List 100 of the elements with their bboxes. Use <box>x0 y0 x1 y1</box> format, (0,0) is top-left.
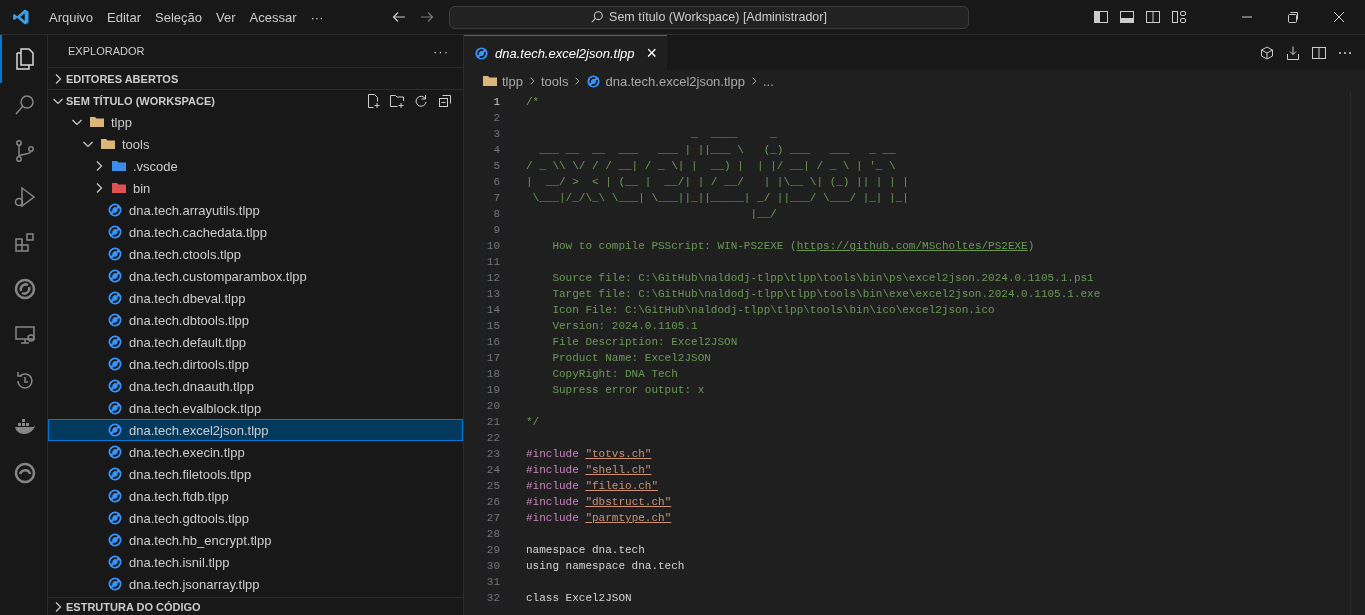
editor-tab[interactable]: dna.tech.excel2json.tlpp × <box>464 35 667 70</box>
line-number: 19 <box>485 383 500 398</box>
file-item[interactable]: dna.tech.cachedata.tlpp <box>48 221 463 243</box>
folder-icon <box>482 73 498 89</box>
collapse-all-icon[interactable] <box>437 92 453 109</box>
tlpp-file-icon <box>107 532 123 548</box>
section-header[interactable]: EDITORES ABERTOS <box>48 67 463 89</box>
refresh-icon[interactable] <box>413 92 429 109</box>
code-line: #include "totvs.ch" <box>526 447 652 462</box>
section-header[interactable]: SEM TÍTULO (WORKSPACE) <box>48 89 463 111</box>
ring-icon <box>12 277 37 301</box>
code-line: \___|/_/\_\ \___| \___||_||_____| _/ ||___/ \___/ |_| |_| <box>531 191 909 206</box>
cube-icon[interactable] <box>1259 44 1275 61</box>
download-icon[interactable] <box>1285 44 1301 61</box>
back-arrow-icon[interactable] <box>390 9 407 25</box>
close-tab-button[interactable]: × <box>646 42 657 64</box>
file-item[interactable]: dna.tech.dnaauth.tlpp <box>48 375 463 397</box>
menu-item[interactable]: Ver <box>209 6 243 28</box>
file-item[interactable]: dna.tech.arrayutils.tlpp <box>48 199 463 221</box>
folder-icon <box>111 158 127 174</box>
extensions-icon <box>12 231 37 255</box>
tlpp-file-icon <box>107 444 123 460</box>
menu-item[interactable]: Arquivo <box>42 6 101 28</box>
tlpp-file-icon <box>107 576 123 592</box>
panel-title: EXPLORADOR <box>68 45 145 57</box>
breadcrumb[interactable]: tlpp <box>482 73 523 89</box>
code-line: File Description: Excel2JSON <box>551 335 738 350</box>
search-icon <box>590 10 605 24</box>
line-number: 17 <box>485 351 500 366</box>
tlpp-file-icon <box>586 73 602 89</box>
line-number: 14 <box>485 303 500 318</box>
line-number: 8 <box>492 207 500 222</box>
tlpp-file-icon <box>107 554 123 570</box>
code-line: Product Name: Excel2JSON <box>551 351 711 366</box>
line-number: 7 <box>492 191 500 206</box>
split-layout-icon[interactable] <box>1145 9 1161 25</box>
file-item[interactable]: dna.tech.isnil.tlpp <box>48 551 463 573</box>
line-number: 26 <box>485 495 500 510</box>
line-number: 13 <box>485 287 500 302</box>
layout-grid-icon[interactable] <box>1171 9 1187 25</box>
line-number: 30 <box>485 559 500 574</box>
code-line: #include "fileio.ch" <box>526 479 659 494</box>
menu-item[interactable]: Acessar <box>242 6 304 28</box>
code-line: namespace dna.tech <box>526 543 645 558</box>
breadcrumb[interactable]: dna.tech.excel2json.tlpp <box>586 73 745 89</box>
file-item[interactable]: dna.tech.excel2json.tlpp <box>48 419 463 441</box>
file-item[interactable]: dna.tech.filetools.tlpp <box>48 463 463 485</box>
file-item[interactable]: dna.tech.ftdb.tlpp <box>48 485 463 507</box>
line-number: 18 <box>485 367 500 382</box>
forward-arrow-icon[interactable] <box>418 9 435 25</box>
file-item[interactable]: dna.tech.customparambox.tlpp <box>48 265 463 287</box>
restore-icon[interactable] <box>1285 9 1301 25</box>
run-debug-icon <box>12 185 37 209</box>
file-item[interactable]: dna.tech.dbeval.tlpp <box>48 287 463 309</box>
folder-item[interactable]: tools <box>48 133 463 155</box>
new-file-icon[interactable] <box>365 92 381 109</box>
file-item[interactable]: dna.tech.jsonarray.tlpp <box>48 573 463 595</box>
split-editor-icon[interactable] <box>1311 44 1327 61</box>
file-item[interactable]: dna.tech.hb_encrypt.tlpp <box>48 529 463 551</box>
breadcrumb[interactable]: tools <box>540 73 569 89</box>
code-line: _ ____ _ <box>690 127 777 142</box>
menu-item[interactable]: Editar <box>100 6 149 28</box>
line-number: 23 <box>485 447 500 462</box>
code-line: ___ __ __ ___ ___ | ||___ \ (_) ___ ___ _ __ <box>538 143 896 158</box>
file-item[interactable]: dna.tech.default.tlpp <box>48 331 463 353</box>
folder-item[interactable]: bin <box>48 177 463 199</box>
command-center[interactable]: Sem título (Workspace) [Administrador] <box>448 5 969 29</box>
tlpp-file-icon <box>107 356 123 372</box>
code-line: #include "shell.ch" <box>526 463 652 478</box>
file-item[interactable]: dna.tech.evalblock.tlpp <box>48 397 463 419</box>
tlpp-file-icon <box>107 510 123 526</box>
toggle-panel-icon[interactable] <box>1119 9 1135 25</box>
folder-item[interactable]: .vscode <box>48 155 463 177</box>
search-icon <box>12 93 37 117</box>
file-item[interactable]: dna.tech.execin.tlpp <box>48 441 463 463</box>
file-item[interactable]: dna.tech.dbtools.tlpp <box>48 309 463 331</box>
toggle-sidebar-icon[interactable] <box>1093 9 1109 25</box>
code-line: Version: 2024.0.1105.1 <box>551 319 698 334</box>
file-item[interactable]: dna.tech.ctools.tlpp <box>48 243 463 265</box>
close-icon[interactable] <box>1331 9 1347 25</box>
code-editor-logo-icon <box>12 8 30 26</box>
code-line: How to compile PSScript: WIN-PS2EXE (https://github.com/MScholtes/PS2EXE) <box>551 239 1035 254</box>
code-line: Supress error output: x <box>551 383 705 398</box>
file-item[interactable]: dna.tech.dirtools.tlpp <box>48 353 463 375</box>
folder-item[interactable]: tlpp <box>48 111 463 133</box>
line-number: 2 <box>492 111 500 126</box>
menu-item[interactable]: ··· <box>303 6 331 28</box>
breadcrumb[interactable]: ... <box>762 73 774 89</box>
line-number: 22 <box>485 431 500 446</box>
line-number: 27 <box>485 511 500 526</box>
line-number: 32 <box>485 591 500 606</box>
code-line: #include "parmtype.ch" <box>526 511 672 526</box>
new-folder-icon[interactable] <box>389 92 405 109</box>
section-header[interactable]: ESTRUTURA DO CÓDIGO <box>48 597 463 615</box>
more-actions[interactable]: ··· <box>433 43 449 59</box>
menu-item[interactable]: Seleção <box>148 6 210 28</box>
line-number: 21 <box>485 415 500 430</box>
file-item[interactable]: dna.tech.gdtools.tlpp <box>48 507 463 529</box>
code-line: / _ \\ \/ / / __| / _ \| | __) | | |/ __| / _ \ | '_ \ <box>526 159 896 174</box>
line-number: 6 <box>492 175 500 190</box>
